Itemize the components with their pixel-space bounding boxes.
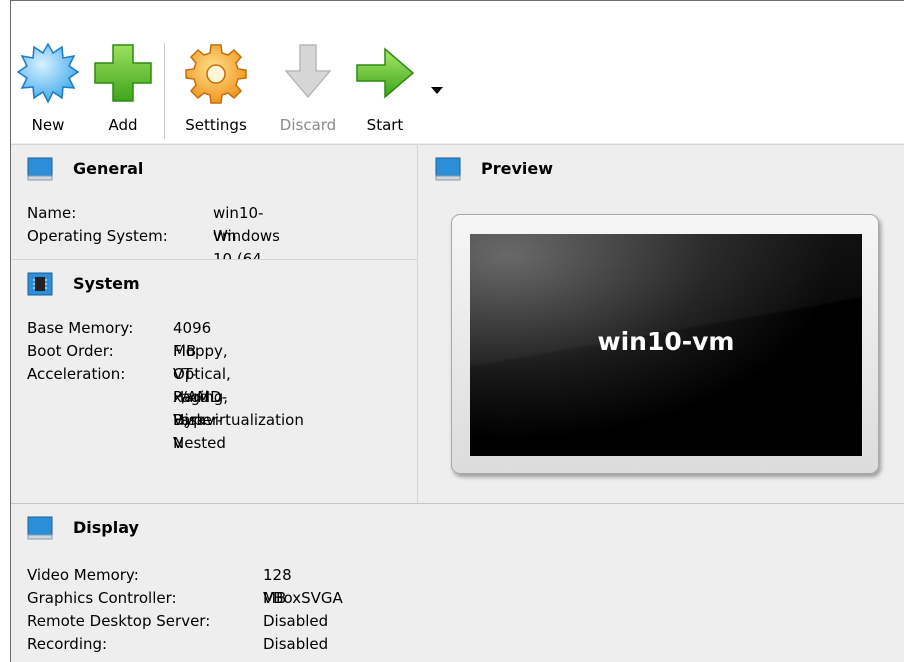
discard-button[interactable]: Discard: [269, 41, 347, 141]
preview-title: Preview: [481, 159, 554, 178]
display-monitor-icon: [27, 516, 53, 540]
system-section: System Base Memory: 4096 MB Boot Order: …: [11, 259, 418, 503]
property-row: Recording: Disabled: [27, 633, 328, 656]
system-title: System: [73, 274, 140, 293]
name-label: Name:: [27, 204, 77, 222]
display-properties: Video Memory: 128 MB Graphics Controller…: [27, 564, 343, 656]
preview-screen-frame: win10-vm: [451, 214, 879, 474]
start-dropdown-arrow-icon[interactable]: [431, 87, 443, 94]
general-properties: Name: win10-vm Operating System: Windows…: [27, 202, 280, 291]
system-chip-icon: [27, 272, 53, 296]
remote-desktop-label: Remote Desktop Server:: [27, 612, 211, 630]
start-right-arrow-icon: [356, 47, 415, 99]
start-button[interactable]: Start: [349, 41, 421, 141]
preview-screen: win10-vm: [470, 234, 862, 456]
video-memory-label: Video Memory:: [27, 566, 139, 584]
os-label: Operating System:: [27, 227, 168, 245]
graphics-controller-label: Graphics Controller:: [27, 589, 177, 607]
boot-order-label: Boot Order:: [27, 342, 114, 360]
settings-gear-icon: [185, 44, 247, 104]
add-plus-icon: [94, 44, 152, 102]
remote-desktop-value: Disabled: [263, 612, 329, 630]
preview-vm-name: win10-vm: [597, 327, 735, 356]
discard-button-label: Discard: [279, 116, 337, 134]
system-properties: Base Memory: 4096 MB Boot Order: Floppy,…: [27, 317, 304, 452]
property-row: Acceleration: VT-x/AMD-V, Nested: [27, 363, 227, 452]
start-button-label: Start: [366, 116, 404, 134]
property-row: Graphics Controller: VBoxSVGA: [27, 587, 343, 610]
main-window: New Add Settings Discard Start General N…: [10, 0, 904, 662]
settings-button[interactable]: Settings: [176, 41, 256, 141]
property-row: Paravirtualization: [27, 409, 304, 432]
toolbar: New Add Settings Discard Start: [11, 1, 904, 143]
property-row: Name: win10-vm: [27, 202, 263, 245]
add-button[interactable]: Add: [87, 41, 159, 141]
discard-down-arrow-icon: [284, 44, 332, 99]
display-section: Display Video Memory: 128 MB Graphics Co…: [11, 503, 904, 662]
general-title: General: [73, 159, 144, 178]
new-starburst-icon: [16, 42, 80, 104]
graphics-controller-value: VBoxSVGA: [263, 589, 343, 607]
recording-label: Recording:: [27, 635, 108, 653]
property-row: Boot Order: Floppy, Optical, Hard Disk: [27, 340, 231, 429]
new-button-label: New: [31, 116, 65, 134]
property-row: Operating System: Windows 10 (64-bit): [27, 225, 280, 291]
settings-button-label: Settings: [185, 116, 247, 134]
new-button[interactable]: New: [11, 41, 85, 141]
display-title: Display: [73, 518, 139, 537]
general-section: General Name: win10-vm Operating System:…: [11, 144, 418, 291]
general-monitor-icon: [27, 157, 53, 181]
property-row: Remote Desktop Server: Disabled: [27, 610, 328, 633]
acceleration-value-line3: Paravirtualization: [173, 411, 304, 429]
acceleration-label: Acceleration:: [27, 365, 126, 383]
property-row: Base Memory: 4096 MB: [27, 317, 211, 360]
property-row: Video Memory: 128 MB: [27, 564, 292, 607]
property-row: Paging, Hyper-V: [27, 386, 228, 452]
add-button-label: Add: [108, 116, 138, 134]
preview-monitor-icon: [435, 157, 461, 181]
preview-section: Preview win10-vm: [419, 144, 904, 503]
memory-label: Base Memory:: [27, 319, 134, 337]
recording-value: Disabled: [263, 635, 329, 653]
toolbar-separator: [164, 43, 165, 139]
